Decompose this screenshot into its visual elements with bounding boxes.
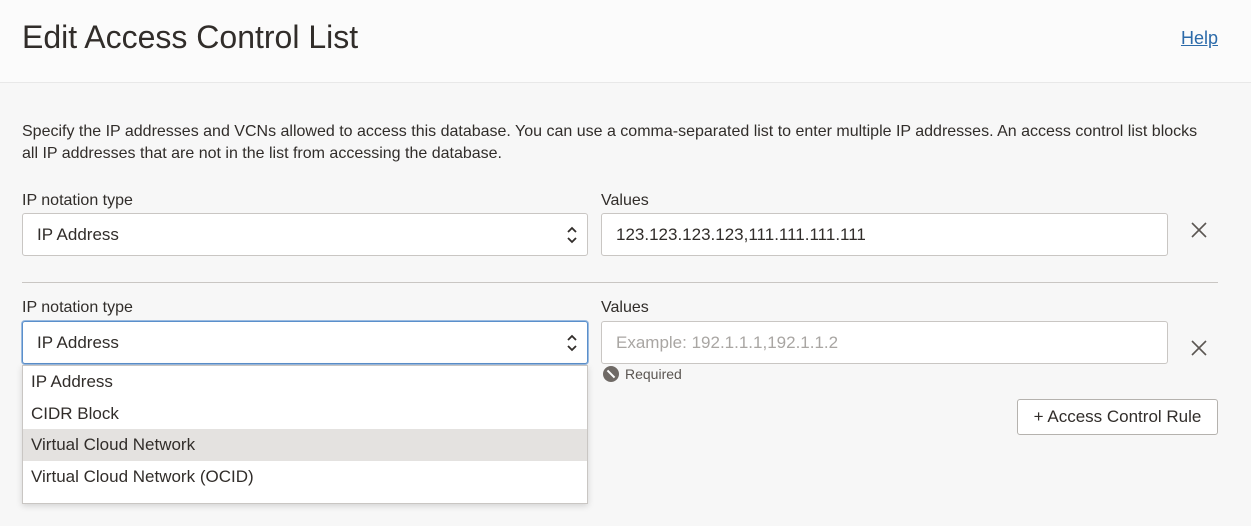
page-title: Edit Access Control List [22,19,359,55]
rule1-notation-label: IP notation type [22,192,133,209]
up-down-chevron-icon [567,226,577,244]
up-down-chevron-icon [567,334,577,352]
rule1-notation-select[interactable]: IP Address [22,213,588,256]
close-icon[interactable] [1188,337,1210,359]
required-icon [603,366,619,382]
notation-dropdown-menu: IP Address CIDR Block Virtual Cloud Netw… [22,365,588,504]
rule2-values-input[interactable]: Example: 192.1.1.1,192.1.1.2 [601,321,1168,364]
required-hint: Required [603,366,682,382]
dropdown-option-virtual-cloud-network-ocid[interactable]: Virtual Cloud Network (OCID) [23,461,587,493]
form-body: Specify the IP addresses and VCNs allowe… [0,84,1251,526]
rule2-notation-label: IP notation type [22,299,133,316]
rule1-values-label: Values [601,192,649,209]
close-icon[interactable] [1188,219,1210,241]
dropdown-option-virtual-cloud-network[interactable]: Virtual Cloud Network [23,429,587,461]
page-header: Edit Access Control List Help [0,0,1251,83]
add-access-control-rule-button[interactable]: + Access Control Rule [1017,399,1218,435]
rule-divider [22,282,1218,283]
dropdown-option-ip-address[interactable]: IP Address [23,366,587,398]
rule2-notation-select[interactable]: IP Address [22,321,588,364]
rule2-values-label: Values [601,299,649,316]
help-link[interactable]: Help [1181,28,1218,49]
rule1-values-input[interactable]: 123.123.123.123,111.111.111.111 [601,213,1168,256]
rule1-notation-value: IP Address [37,225,119,244]
description-text: Specify the IP addresses and VCNs allowe… [22,123,1198,162]
rule2-notation-value: IP Address [37,333,119,352]
dropdown-option-cidr-block[interactable]: CIDR Block [23,398,587,430]
required-text: Required [625,366,682,382]
